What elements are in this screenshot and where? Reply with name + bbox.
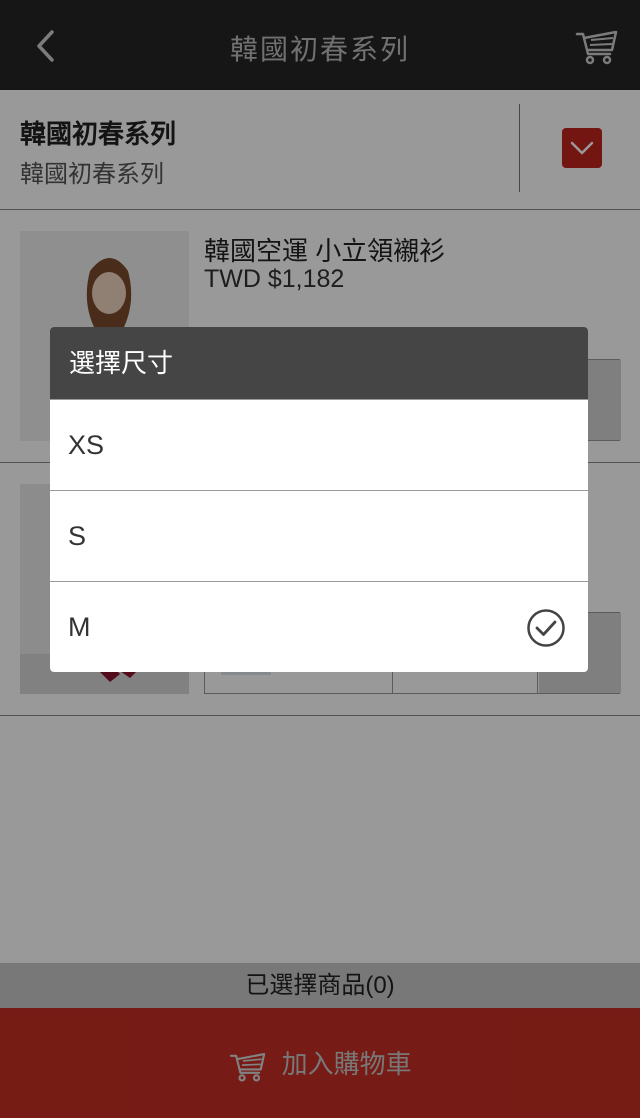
size-option-label: M [68,612,91,642]
size-picker-dialog: 選擇尺寸 XS S M [50,327,588,672]
size-option-label: S [68,521,87,551]
size-option-label: XS [68,430,105,460]
size-option-xs[interactable]: XS [50,399,588,490]
dialog-title: 選擇尺寸 [50,327,588,399]
size-option-s[interactable]: S [50,490,588,581]
size-option-m[interactable]: M [50,581,588,672]
check-circle-icon [527,609,565,647]
